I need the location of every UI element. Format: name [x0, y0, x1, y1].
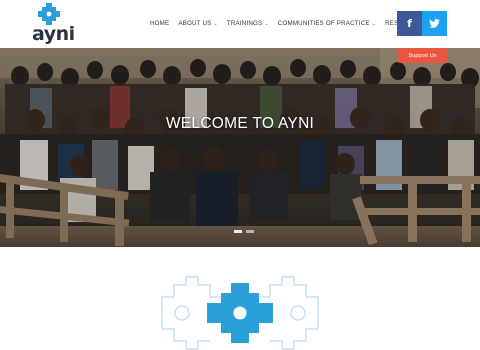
twitter-button[interactable] — [422, 11, 447, 36]
facebook-icon: f — [407, 17, 412, 30]
ayni-logo-text: ayni — [32, 23, 75, 45]
nav-item-about-us[interactable]: ABOUT US ⌄ — [178, 20, 218, 27]
main-nav: HOME ABOUT US ⌄ TRAININGS ⌄ COMMUNITIES … — [150, 20, 435, 27]
chevron-down-icon: ⌄ — [264, 20, 269, 27]
nav-item-home[interactable]: HOME — [150, 20, 169, 27]
nav-item-label: TRAININGS — [226, 20, 263, 27]
chevron-down-icon: ⌄ — [213, 20, 218, 27]
slider-dots — [234, 230, 254, 233]
ayni-emblem-icon — [161, 276, 319, 350]
group-photo — [0, 48, 480, 247]
chevron-down-icon: ⌄ — [371, 20, 377, 27]
ayni-logo[interactable]: ayni — [30, 3, 75, 45]
twitter-icon — [429, 19, 440, 28]
slider-dot-1[interactable] — [234, 230, 242, 233]
nav-item-label: COMMUNITIES OF PRACTICE — [277, 20, 370, 27]
hero-title: WELCOME TO AYNI — [165, 115, 315, 132]
nav-item-communities[interactable]: COMMUNITIES OF PRACTICE ⌄ — [278, 20, 376, 27]
site-header: ayni HOME ABOUT US ⌄ TRAININGS ⌄ COMMUNI… — [0, 0, 480, 48]
nav-item-label: HOME — [150, 20, 170, 27]
support-us-button[interactable]: Support Us — [398, 48, 447, 63]
hero-banner: WELCOME TO AYNI — [0, 48, 480, 247]
nav-item-trainings[interactable]: TRAININGS ⌄ — [227, 20, 269, 27]
social-links: f — [397, 11, 447, 36]
nav-item-label: ABOUT US — [178, 20, 212, 27]
ayni-logo-mark — [38, 3, 60, 25]
facebook-button[interactable]: f — [397, 11, 422, 36]
slider-dot-2[interactable] — [246, 230, 254, 233]
